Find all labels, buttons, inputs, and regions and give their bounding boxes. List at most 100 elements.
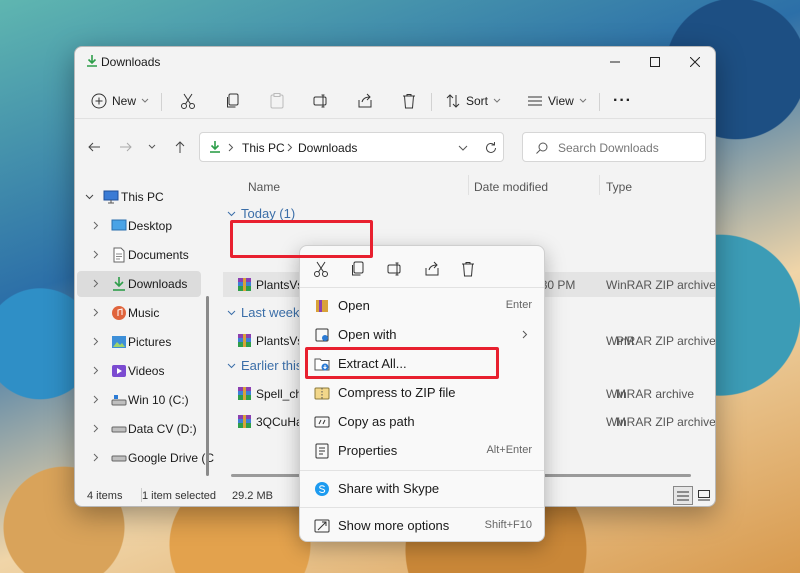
minimize-button[interactable] xyxy=(595,51,635,73)
forward-button[interactable] xyxy=(117,138,135,156)
properties-icon xyxy=(315,443,329,459)
menu-item-show-more-options[interactable]: Show more options Shift+F10 xyxy=(306,512,540,540)
chevron-down-icon xyxy=(227,310,236,315)
paste-button[interactable] xyxy=(268,87,286,115)
sidebar-label: Data CV (D:) xyxy=(128,422,197,436)
group-header-last-week[interactable]: Last week xyxy=(227,305,300,320)
share-button[interactable] xyxy=(356,87,374,115)
copy-path-icon xyxy=(314,416,330,428)
share-icon xyxy=(425,261,439,276)
close-button[interactable] xyxy=(675,51,715,73)
menu-item-open-with[interactable]: Open with xyxy=(306,321,540,349)
sidebar-label: Pictures xyxy=(128,335,172,349)
menu-divider xyxy=(300,507,544,508)
context-rename-button[interactable] xyxy=(384,258,406,280)
more-options-button[interactable]: ··· xyxy=(613,87,632,115)
group-header-earlier[interactable]: Earlier this xyxy=(227,358,302,373)
sidebar-label: Downloads xyxy=(128,277,188,291)
documents-icon xyxy=(113,247,125,263)
menu-label: Copy as path xyxy=(338,414,415,429)
group-header-today[interactable]: Today (1) xyxy=(227,206,295,221)
menu-item-properties[interactable]: Properties Alt+Enter xyxy=(306,437,540,465)
sidebar-item-google-drive[interactable]: Google Drive (C xyxy=(77,445,214,471)
up-button[interactable] xyxy=(171,138,189,156)
menu-item-copy-as-path[interactable]: Copy as path xyxy=(306,408,540,436)
menu-shortcut: Enter xyxy=(505,299,532,311)
menu-item-extract-all[interactable]: Extract All... xyxy=(306,350,540,378)
sidebar-label: This PC xyxy=(121,190,164,204)
search-icon xyxy=(536,142,548,154)
minimize-icon xyxy=(610,61,620,63)
chevron-down-icon xyxy=(227,211,236,216)
trash-icon xyxy=(403,94,415,109)
copy-button[interactable] xyxy=(224,87,242,115)
tiles-view-button[interactable] xyxy=(695,486,713,505)
winrar-archive-icon xyxy=(238,278,251,291)
context-share-button[interactable] xyxy=(421,258,443,280)
delete-button[interactable] xyxy=(400,87,418,115)
copy-icon xyxy=(352,261,364,276)
menu-item-share-skype[interactable]: Share with Skype xyxy=(306,475,540,503)
videos-icon xyxy=(112,365,126,377)
context-delete-button[interactable] xyxy=(457,258,479,280)
menu-divider xyxy=(300,287,544,288)
new-button[interactable]: New xyxy=(91,87,149,115)
zip-icon xyxy=(314,387,330,400)
sidebar-item-this-pc[interactable]: This PC xyxy=(77,184,201,210)
view-button[interactable]: View xyxy=(527,87,587,115)
chevron-right-icon xyxy=(93,279,99,288)
chevron-down-icon xyxy=(493,98,501,103)
menu-item-open[interactable]: Open Enter xyxy=(306,292,540,320)
back-button[interactable] xyxy=(85,138,103,156)
menu-item-compress-zip[interactable]: Compress to ZIP file xyxy=(306,379,540,407)
sidebar-item-desktop[interactable]: Desktop xyxy=(77,213,201,239)
rename-icon xyxy=(313,94,327,108)
sort-button[interactable]: Sort xyxy=(445,87,501,115)
maximize-button[interactable] xyxy=(635,51,675,73)
sidebar-item-music[interactable]: Music xyxy=(77,300,201,326)
chevron-right-icon xyxy=(93,250,99,259)
breadcrumb-this-pc[interactable]: This PC xyxy=(242,141,285,155)
column-divider xyxy=(599,175,600,195)
rename-button[interactable] xyxy=(312,87,330,115)
item-count: 4 items xyxy=(87,490,123,502)
address-bar[interactable]: This PC Downloads xyxy=(199,132,504,162)
title-bar[interactable]: Downloads xyxy=(75,47,715,77)
file-type: WinRAR ZIP archive xyxy=(606,334,716,348)
sidebar-item-pictures[interactable]: Pictures xyxy=(77,329,201,355)
column-header-name[interactable]: Name xyxy=(248,180,280,194)
recent-locations-button[interactable] xyxy=(143,138,161,156)
menu-shortcut: Alt+Enter xyxy=(486,444,532,456)
context-cut-button[interactable] xyxy=(310,258,332,280)
sidebar-item-videos[interactable]: Videos xyxy=(77,358,201,384)
open-with-icon xyxy=(315,328,329,342)
details-view-icon xyxy=(677,491,689,500)
refresh-icon xyxy=(486,142,496,153)
chevron-right-icon xyxy=(93,308,99,317)
sidebar-scrollbar[interactable] xyxy=(206,296,209,476)
context-copy-button[interactable] xyxy=(347,258,369,280)
sidebar-label: Music xyxy=(128,306,160,320)
breadcrumb-downloads[interactable]: Downloads xyxy=(298,141,357,155)
chevron-right-icon xyxy=(93,424,99,433)
details-view-button[interactable] xyxy=(673,486,693,505)
chevron-right-icon xyxy=(93,453,99,462)
chevron-right-icon xyxy=(93,395,99,404)
search-box[interactable]: Search Downloads xyxy=(522,132,706,162)
sidebar-label: Documents xyxy=(128,248,189,262)
toolbar-divider xyxy=(599,93,600,111)
music-icon xyxy=(112,306,126,320)
menu-divider xyxy=(300,470,544,471)
sidebar-label: Google Drive (C xyxy=(128,451,215,465)
column-header-date[interactable]: Date modified xyxy=(474,180,548,194)
tiles-view-icon xyxy=(698,490,710,501)
menu-label: Open with xyxy=(338,327,397,342)
downloads-icon xyxy=(87,55,97,67)
sidebar-item-downloads[interactable]: Downloads xyxy=(77,271,201,297)
cut-button[interactable] xyxy=(179,87,197,115)
column-header-type[interactable]: Type xyxy=(606,180,632,194)
sidebar-item-documents[interactable]: Documents xyxy=(77,242,201,268)
close-icon xyxy=(690,57,700,67)
sidebar-item-data-cv-d[interactable]: Data CV (D:) xyxy=(77,416,201,442)
sidebar-item-win10-c[interactable]: Win 10 (C:) xyxy=(77,387,201,413)
